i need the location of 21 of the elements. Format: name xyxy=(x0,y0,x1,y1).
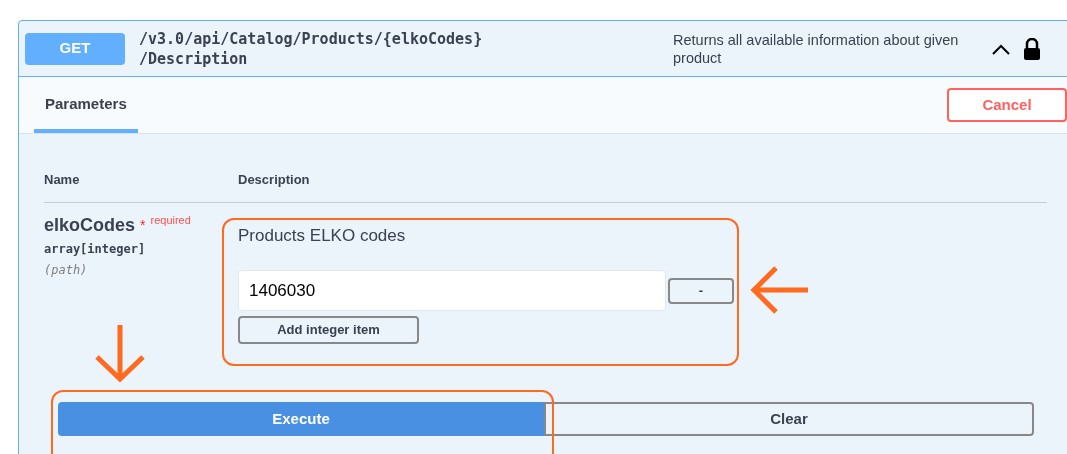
required-asterisk: * xyxy=(140,215,146,235)
required-label: required xyxy=(150,212,191,227)
parameter-name: elkoCodes xyxy=(44,213,136,237)
remove-item-button[interactable]: - xyxy=(668,277,734,304)
lock-icon[interactable] xyxy=(1023,37,1041,60)
arrow-icon xyxy=(750,266,810,314)
add-item-button[interactable]: Add integer item xyxy=(238,316,419,344)
endpoint-path: /Description xyxy=(139,48,249,69)
parameter-type: array[integer] xyxy=(44,240,147,258)
column-header: Name xyxy=(44,171,81,189)
method-badge: GET xyxy=(25,32,125,65)
arrow-icon xyxy=(94,323,146,383)
column-header: Description xyxy=(238,171,310,189)
parameter-location: (path) xyxy=(44,261,89,279)
parameters-tab[interactable]: Parameters xyxy=(34,77,138,133)
endpoint-summary: Returns all available information about given product xyxy=(673,30,960,67)
chevron-icon[interactable] xyxy=(991,42,1011,55)
parameter-description: Products ELKO codes xyxy=(238,224,407,247)
input-field[interactable]: 1406030 xyxy=(238,270,666,311)
clear-button[interactable]: Clear xyxy=(544,402,1034,436)
endpoint-path: /v3.0/api/Catalog/Products/{elkoCodes} xyxy=(139,28,484,49)
